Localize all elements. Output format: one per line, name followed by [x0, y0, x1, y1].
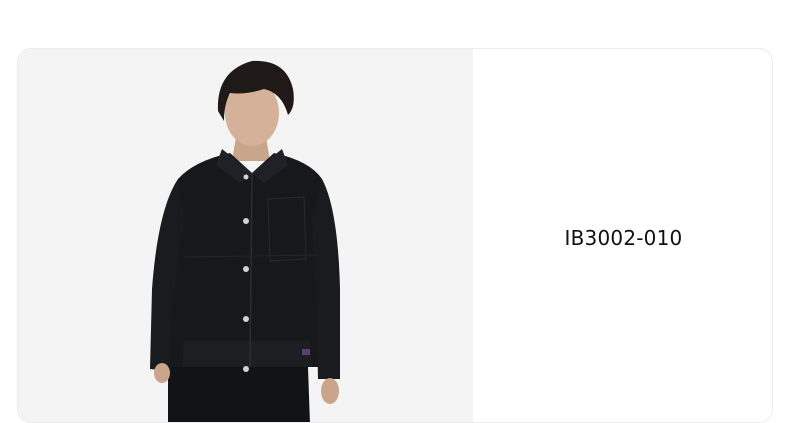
- product-info-panel: IB3002-010: [473, 49, 772, 422]
- product-card[interactable]: IB3002-010: [17, 48, 773, 423]
- product-image[interactable]: [18, 49, 473, 422]
- jacket-model-illustration: [150, 60, 340, 422]
- style-code: IB3002-010: [564, 225, 683, 250]
